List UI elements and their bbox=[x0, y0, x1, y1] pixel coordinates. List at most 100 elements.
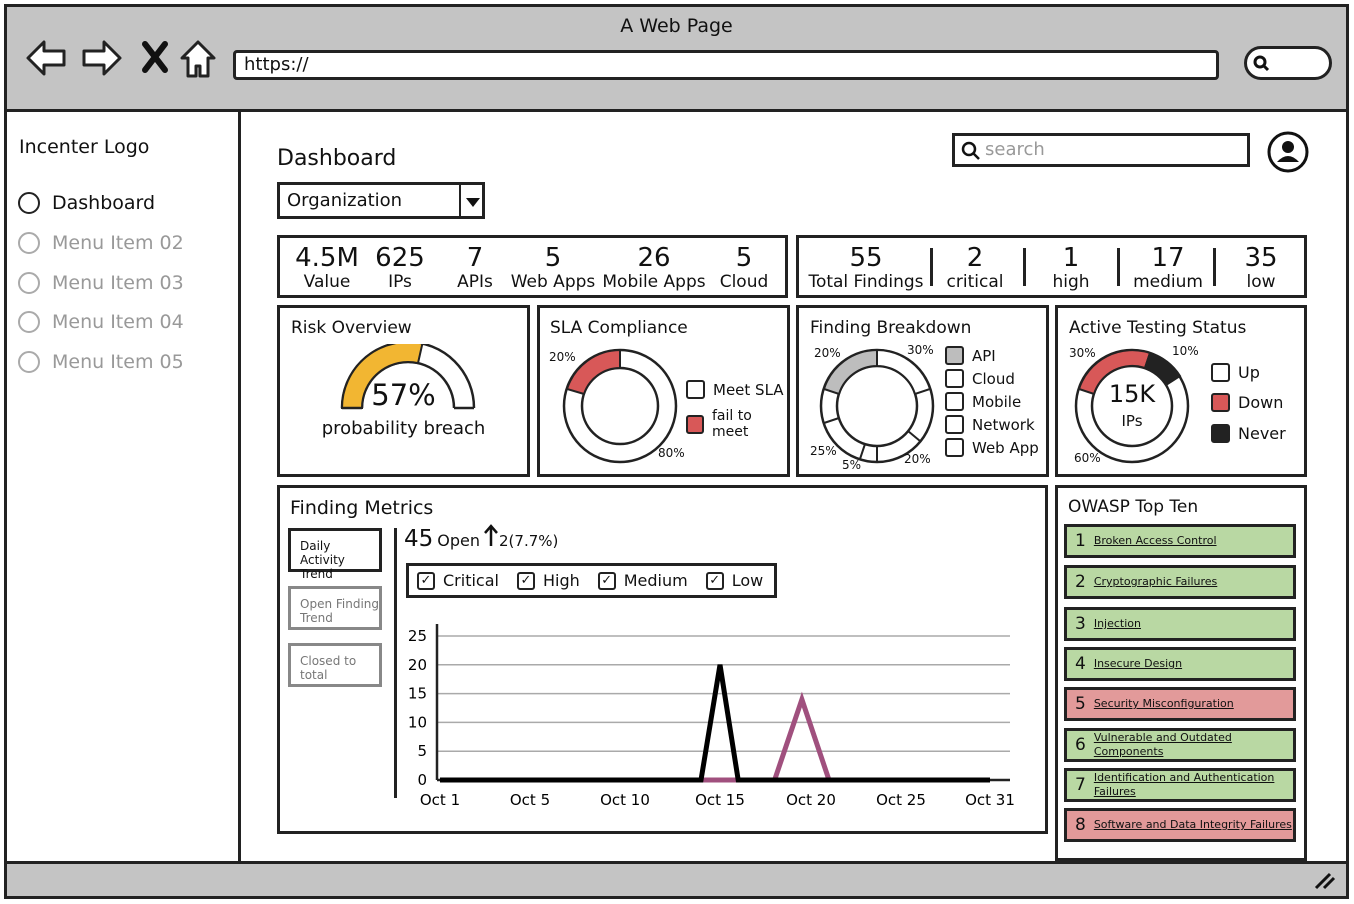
owasp-link[interactable]: Injection bbox=[1094, 617, 1141, 631]
y-tick-label: 20 bbox=[408, 656, 427, 674]
legend-up: Up bbox=[1211, 363, 1260, 382]
assets-summary-panel: 4.5M Value 625 IPs 7 APIs 5 Web Apps 26 Mobil… bbox=[277, 235, 788, 298]
radio-icon bbox=[18, 351, 40, 373]
sidebar-item-03[interactable]: Menu Item 03 bbox=[18, 272, 184, 294]
owasp-item[interactable]: 2 Cryptographic Failures bbox=[1064, 565, 1296, 599]
chevron-down-icon bbox=[466, 198, 480, 207]
owasp-item[interactable]: 5 Security Misconfiguration bbox=[1064, 687, 1296, 721]
sidebar-item-dashboard[interactable]: Dashboard bbox=[18, 192, 155, 214]
series-line bbox=[440, 691, 990, 783]
organization-select[interactable]: Organization bbox=[277, 182, 485, 219]
legend-never: Never bbox=[1211, 424, 1286, 443]
owasp-item[interactable]: 4 Insecure Design bbox=[1064, 647, 1296, 681]
checkbox-checked-icon: ✓ bbox=[516, 571, 535, 590]
user-avatar-icon[interactable] bbox=[1266, 130, 1310, 174]
sidebar-item-02[interactable]: Menu Item 02 bbox=[18, 232, 184, 254]
pct-label: 25% bbox=[810, 444, 837, 458]
back-icon[interactable] bbox=[24, 38, 68, 78]
owasp-item[interactable]: 1 Broken Access Control bbox=[1064, 524, 1296, 558]
search-input[interactable]: search bbox=[952, 133, 1250, 167]
stat-value: 4.5M Value bbox=[288, 244, 366, 292]
filter-high[interactable]: ✓ High bbox=[516, 571, 580, 590]
filter-critical[interactable]: ✓ Critical bbox=[417, 571, 499, 590]
search-icon bbox=[1253, 55, 1270, 72]
y-tick-label: 25 bbox=[408, 627, 427, 645]
filter-label: High bbox=[542, 571, 580, 590]
legend-label: fail to meet bbox=[711, 408, 752, 440]
legend-swatch bbox=[686, 414, 704, 434]
owasp-rank: 4 bbox=[1075, 654, 1086, 674]
pct-label: 5% bbox=[842, 458, 862, 472]
browser-search-field[interactable] bbox=[1244, 46, 1332, 80]
forward-icon[interactable] bbox=[80, 38, 124, 78]
sidebar-item-label: Menu Item 02 bbox=[52, 232, 184, 254]
stat-critical: 2 critical bbox=[937, 244, 1013, 292]
owasp-link[interactable]: Cryptographic Failures bbox=[1094, 575, 1217, 589]
testing-center-number: 15K bbox=[1108, 380, 1156, 408]
search-icon bbox=[961, 141, 980, 160]
stat-number: 5 bbox=[735, 243, 753, 273]
tab-closed-to-total[interactable]: Closed to total bbox=[288, 643, 382, 687]
legend-swatch bbox=[686, 380, 705, 399]
legend-mobile: Mobile bbox=[945, 392, 1021, 411]
active-testing-panel: Active Testing Status 15K IPs 30% 10% 60… bbox=[1055, 305, 1307, 477]
daily-activity-chart: 0 5 10 15 20 25 Oct 1 Oct 5 Oct 10 Oct 15 Oct 20 Oc… bbox=[408, 624, 1015, 809]
resize-handle-icon[interactable] bbox=[1312, 870, 1338, 892]
stat-total-findings: 55 Total Findings bbox=[803, 244, 929, 292]
y-tick-label: 10 bbox=[408, 713, 427, 731]
sidebar-item-05[interactable]: Menu Item 05 bbox=[18, 351, 184, 373]
owasp-link[interactable]: Software and Data Integrity Failures bbox=[1094, 818, 1292, 832]
legend-meet-sla: Meet SLA bbox=[686, 380, 784, 399]
owasp-item[interactable]: 3 Injection bbox=[1064, 607, 1296, 641]
tab-daily-activity-trend[interactable]: Daily Activity Trend bbox=[288, 528, 382, 581]
stat-label: Value bbox=[303, 272, 351, 292]
arrow-up-icon bbox=[484, 524, 498, 546]
owasp-rank: 5 bbox=[1075, 694, 1086, 714]
open-label: Open bbox=[437, 531, 481, 550]
owasp-link[interactable]: Insecure Design bbox=[1094, 657, 1182, 671]
panel-title: Risk Overview bbox=[291, 318, 412, 338]
owasp-item[interactable]: 6 Vulnerable and Outdated Components bbox=[1064, 728, 1296, 762]
filter-low[interactable]: ✓ Low bbox=[705, 571, 763, 590]
url-bar[interactable]: https:// bbox=[233, 50, 1219, 80]
stat-label: Cloud bbox=[719, 272, 769, 292]
window-title: A Web Page bbox=[620, 15, 733, 37]
panel-title: Finding Breakdown bbox=[810, 318, 972, 338]
stat-medium: 17 medium bbox=[1125, 244, 1211, 292]
owasp-item[interactable]: 8 Software and Data Integrity Failures bbox=[1064, 808, 1296, 842]
legend-label: Cloud bbox=[972, 369, 1015, 388]
owasp-link[interactable]: Broken Access Control bbox=[1094, 534, 1217, 548]
pct-label: 60% bbox=[1074, 451, 1101, 465]
tab-open-finding-trend[interactable]: Open Finding Trend bbox=[288, 586, 382, 630]
owasp-item[interactable]: 7 Identification and Authentication Failu… bbox=[1064, 768, 1296, 802]
pct-label: 20% bbox=[904, 452, 931, 466]
x-tick-label: Oct 25 bbox=[876, 791, 926, 809]
close-icon[interactable] bbox=[140, 38, 170, 78]
legend-swatch bbox=[945, 392, 964, 411]
legend-api: API bbox=[945, 346, 996, 365]
sidebar-item-04[interactable]: Menu Item 04 bbox=[18, 311, 184, 333]
sidebar-item-label: Menu Item 04 bbox=[52, 311, 184, 333]
owasp-link[interactable]: Vulnerable and Outdated Components bbox=[1094, 731, 1293, 759]
legend-swatch bbox=[1211, 363, 1230, 382]
y-tick-label: 0 bbox=[417, 771, 427, 789]
stat-label: Web Apps bbox=[510, 272, 596, 292]
x-tick-label: Oct 31 bbox=[965, 791, 1015, 809]
y-tick-label: 5 bbox=[417, 742, 427, 760]
stat-ips: 625 IPs bbox=[368, 244, 432, 292]
stat-label: Mobile Apps bbox=[602, 272, 706, 292]
legend-label: Web App bbox=[972, 438, 1039, 457]
owasp-rank: 2 bbox=[1075, 572, 1086, 592]
x-tick-label: Oct 10 bbox=[600, 791, 650, 809]
legend-network: Network bbox=[945, 415, 1035, 434]
owasp-link[interactable]: Identification and Authentication Failur… bbox=[1094, 771, 1293, 799]
legend-cloud: Cloud bbox=[945, 369, 1015, 388]
divider bbox=[930, 248, 933, 286]
filter-medium[interactable]: ✓ Medium bbox=[597, 571, 688, 590]
legend-swatch bbox=[945, 369, 964, 388]
owasp-link[interactable]: Security Misconfiguration bbox=[1094, 697, 1234, 711]
legend-label: Mobile bbox=[972, 392, 1022, 411]
home-icon[interactable] bbox=[178, 38, 218, 80]
radio-icon bbox=[18, 272, 40, 294]
stat-number: 17 bbox=[1151, 243, 1185, 273]
